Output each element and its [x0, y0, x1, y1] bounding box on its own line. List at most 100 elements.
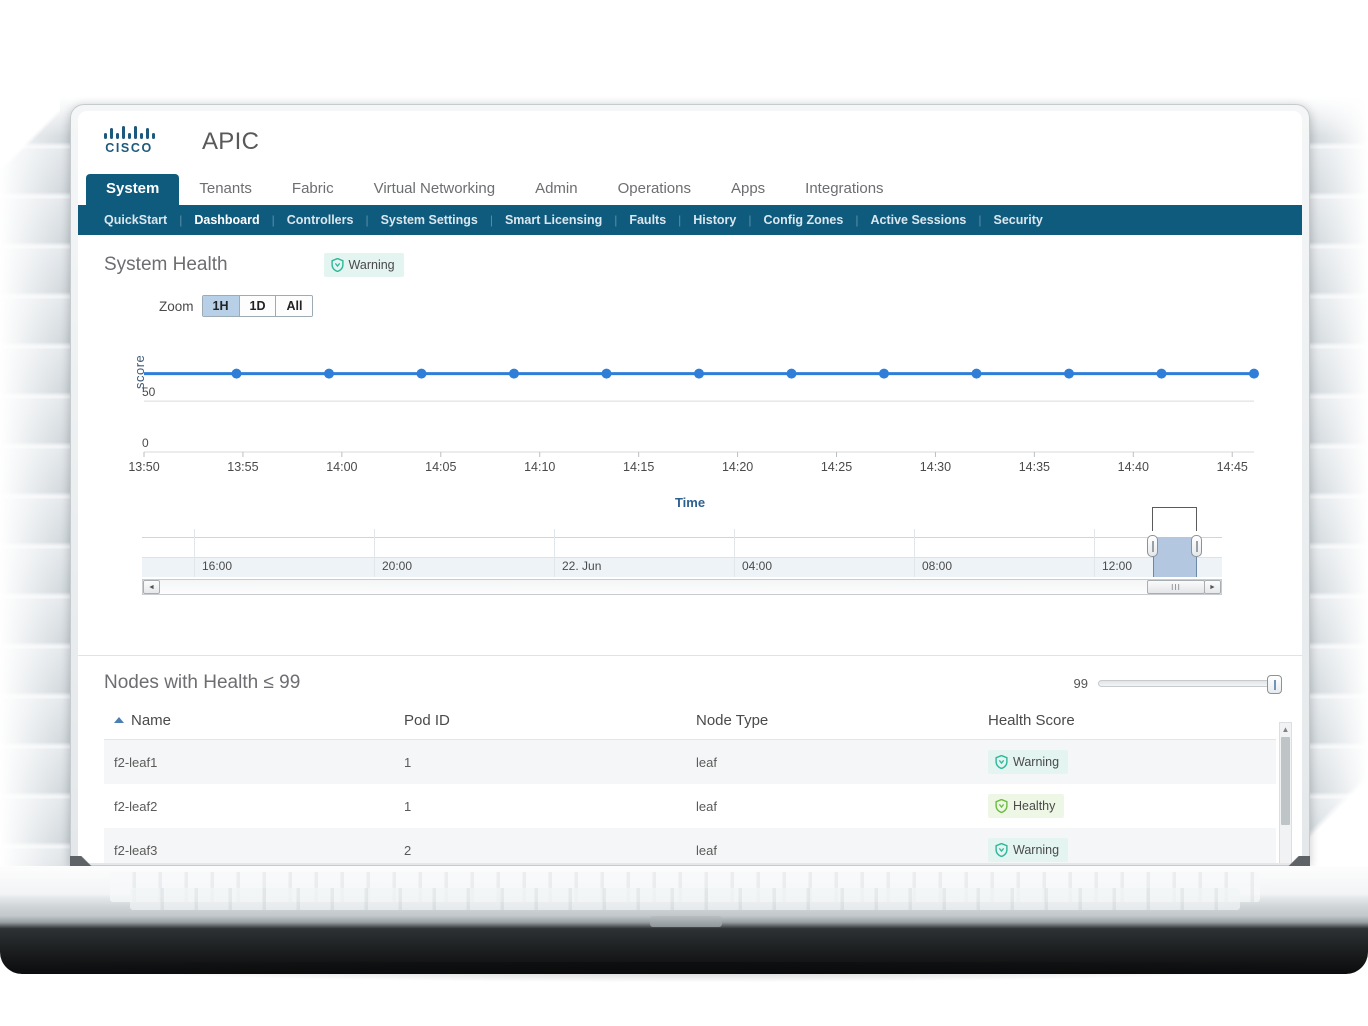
sub-nav-item-config-zones[interactable]: Config Zones: [751, 213, 855, 227]
sub-nav-item-quickstart[interactable]: QuickStart: [92, 213, 179, 227]
health-status-badge: Healthy: [988, 794, 1064, 818]
cell-node-name: f2-leaf1: [104, 740, 404, 785]
laptop-screen: CISCO APIC SystemTenantsFabricVirtual Ne…: [78, 111, 1302, 863]
zoom-button-1h[interactable]: 1H: [203, 296, 240, 316]
cell-node-name: f2-leaf2: [104, 784, 404, 828]
svg-text:13:55: 13:55: [227, 460, 258, 474]
scroll-left-button[interactable]: ◄: [143, 580, 160, 594]
system-health-status-wrap: Warning: [324, 253, 404, 277]
tab-fabric[interactable]: Fabric: [272, 174, 354, 205]
navigator-handle-left[interactable]: [1147, 535, 1158, 557]
tab-integrations[interactable]: Integrations: [785, 174, 903, 205]
status-badge: Warning: [324, 253, 404, 277]
page-title: APIC: [202, 128, 259, 156]
navigator-gridlines: [142, 529, 1222, 577]
cell-pod-id: 2: [404, 828, 696, 863]
keyboard-rows-secondary: [130, 888, 1240, 910]
navigator-selection-top-line: [1152, 507, 1197, 508]
sub-nav-item-system-settings[interactable]: System Settings: [369, 213, 490, 227]
nodes-table: Name Pod ID Node Type Health Score f2-le…: [104, 708, 1276, 863]
navigator-gridline: [1094, 529, 1095, 577]
table-row[interactable]: f2-leaf11leafWarning: [104, 740, 1276, 785]
system-health-chart[interactable]: score 05013:5013:5514:0014:0514:1014:151…: [104, 327, 1276, 523]
nodes-table-scrollbar[interactable]: ▲: [1279, 722, 1292, 863]
chart-plot-area[interactable]: 05013:5013:5514:0014:0514:1014:1514:2014…: [104, 327, 1276, 497]
navigator-tick-label: 08:00: [922, 559, 952, 573]
tab-system[interactable]: System: [86, 174, 179, 205]
nodes-title: Nodes with Health ≤ 99: [104, 672, 300, 694]
sub-nav-item-controllers[interactable]: Controllers: [275, 213, 366, 227]
nodes-scrollbar-thumb[interactable]: [1281, 737, 1290, 825]
svg-text:14:30: 14:30: [920, 460, 951, 474]
svg-text:13:50: 13:50: [128, 460, 159, 474]
health-threshold-slider[interactable]: 99: [1074, 676, 1276, 691]
screenshot-stage: CISCO APIC SystemTenantsFabricVirtual Ne…: [0, 0, 1368, 1026]
zoom-control: Zoom 1H1DAll: [159, 295, 1276, 317]
table-row[interactable]: f2-leaf32leafWarning: [104, 828, 1276, 863]
sub-nav-item-faults[interactable]: Faults: [617, 213, 678, 227]
navigator-gridline: [194, 529, 195, 577]
slider-thumb[interactable]: [1267, 675, 1282, 694]
svg-text:14:05: 14:05: [425, 460, 456, 474]
status-badge-label: Warning: [349, 258, 395, 272]
navigator-left-stem: [1152, 507, 1153, 531]
zoom-button-group[interactable]: 1H1DAll: [202, 295, 314, 317]
cell-node-type: leaf: [696, 784, 988, 828]
table-row[interactable]: f2-leaf21leafHealthy: [104, 784, 1276, 828]
shield-icon: [995, 799, 1008, 813]
column-header-health-score[interactable]: Health Score: [988, 708, 1276, 740]
table-header-row: Name Pod ID Node Type Health Score: [104, 708, 1276, 740]
background-right-fade: [1308, 96, 1368, 886]
background-corner-top-left: [0, 96, 60, 186]
tab-tenants[interactable]: Tenants: [179, 174, 272, 205]
background-left-fade: [0, 96, 70, 886]
sub-nav-item-active-sessions[interactable]: Active Sessions: [858, 213, 978, 227]
navigator-gridline: [734, 529, 735, 577]
chart-x-axis-label: Time: [104, 495, 1276, 510]
scrollbar-thumb[interactable]: III: [1147, 580, 1205, 594]
zoom-button-all[interactable]: All: [276, 296, 312, 316]
nodes-card: Nodes with Health ≤ 99 99 Name Pod ID: [78, 655, 1302, 863]
navigator-scrollbar[interactable]: ◄ III ►: [142, 579, 1222, 595]
chart-navigator[interactable]: 16:0020:0022. Jun04:0008:0012:00 ◄ III ►: [130, 529, 1222, 597]
cisco-logo-icon: CISCO: [100, 124, 158, 160]
cisco-logo-wordmark: CISCO: [100, 141, 158, 155]
cell-health-score: Healthy: [988, 784, 1276, 828]
slider-value-label: 99: [1074, 676, 1088, 691]
svg-text:14:00: 14:00: [326, 460, 357, 474]
column-header-name[interactable]: Name: [104, 708, 404, 740]
scroll-up-icon[interactable]: ▲: [1280, 723, 1291, 735]
health-status-badge: Warning: [988, 750, 1068, 774]
sub-nav-item-smart-licensing[interactable]: Smart Licensing: [493, 213, 614, 227]
zoom-button-1d[interactable]: 1D: [240, 296, 277, 316]
navigator-right-stem: [1196, 507, 1197, 531]
trackpad-notch: [650, 916, 722, 927]
navigator-tick-label: 04:00: [742, 559, 772, 573]
svg-text:14:10: 14:10: [524, 460, 555, 474]
navigator-handle-right[interactable]: [1191, 535, 1202, 557]
slider-track[interactable]: [1098, 680, 1276, 687]
scroll-right-button[interactable]: ►: [1204, 580, 1221, 594]
column-header-node-type[interactable]: Node Type: [696, 708, 988, 740]
cell-node-name: f2-leaf3: [104, 828, 404, 863]
svg-text:14:35: 14:35: [1019, 460, 1050, 474]
svg-text:14:15: 14:15: [623, 460, 654, 474]
navigator-gridline: [554, 529, 555, 577]
app-header: CISCO APIC: [78, 111, 1302, 173]
sort-ascending-icon: [114, 717, 124, 723]
laptop-shadow: [0, 962, 1368, 982]
nodes-table-body: f2-leaf11leafWarningf2-leaf21leafHealthy…: [104, 740, 1276, 864]
tab-operations[interactable]: Operations: [598, 174, 711, 205]
health-status-label: Warning: [1013, 755, 1059, 769]
system-health-title: System Health: [104, 254, 228, 276]
sub-nav-item-history[interactable]: History: [681, 213, 748, 227]
sub-nav-item-dashboard[interactable]: Dashboard: [182, 213, 271, 227]
svg-text:14:25: 14:25: [821, 460, 852, 474]
column-header-pod-id[interactable]: Pod ID: [404, 708, 696, 740]
navigator-tick-label: 16:00: [202, 559, 232, 573]
tab-admin[interactable]: Admin: [515, 174, 598, 205]
sub-nav-item-security[interactable]: Security: [981, 213, 1054, 227]
tab-apps[interactable]: Apps: [711, 174, 785, 205]
health-status-label: Warning: [1013, 843, 1059, 857]
tab-virtual-networking[interactable]: Virtual Networking: [354, 174, 515, 205]
